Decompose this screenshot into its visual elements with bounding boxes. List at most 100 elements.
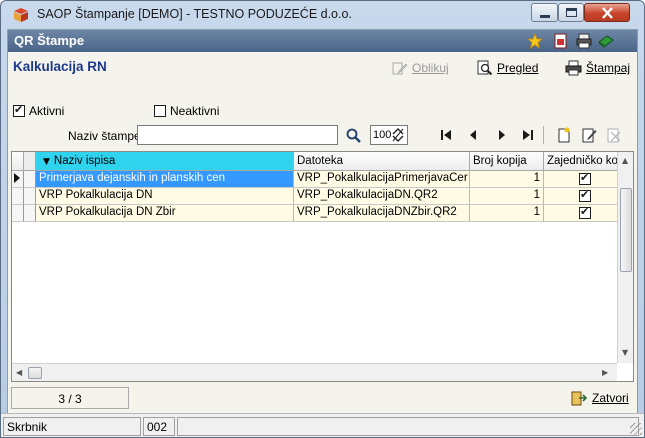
cell-file[interactable]: VRP_PokalkulacijaDN.QR2	[294, 188, 470, 205]
next-icon	[499, 130, 505, 140]
printer-icon	[565, 60, 582, 76]
cell-file[interactable]: VRP_PokalkulacijaDNZbir.QR2	[294, 205, 470, 222]
current-row-arrow-icon	[14, 173, 20, 183]
print-label: Štampaj	[586, 61, 631, 75]
maximize-button[interactable]	[558, 3, 584, 22]
column-header-name-label: Naziv ispisa	[53, 155, 116, 167]
column-header-name[interactable]: ▼ Naziv ispisa	[36, 152, 294, 171]
active-label: Aktivni	[29, 104, 65, 118]
table-row[interactable]: VRP Pokalkulacija DN Zbir VRP_Pokalkulac…	[12, 205, 627, 222]
inactive-label: Neaktivni	[170, 104, 220, 118]
edit-label: Oblikuj	[412, 61, 449, 75]
cell-name[interactable]: VRP Pokalkulacija DN	[36, 188, 294, 205]
cell-file[interactable]: VRP_PokalkulacijaPrimerjavaCer	[294, 171, 470, 188]
cell-shared[interactable]	[544, 188, 627, 205]
previous-record-button[interactable]	[463, 126, 483, 144]
maximize-icon	[566, 8, 577, 17]
first-icon	[441, 130, 451, 140]
grid-indicator-header	[12, 152, 24, 171]
active-checkbox[interactable]: Aktivni	[13, 103, 65, 118]
last-icon	[523, 130, 533, 140]
title-bar[interactable]: SAOP Štampanje [DEMO] - TESTNO PODUZEĆE …	[1, 1, 644, 29]
preview-button[interactable]: Pregled	[477, 57, 538, 79]
edit-pencil-icon	[392, 62, 408, 75]
edit-record-button[interactable]	[579, 126, 599, 144]
column-header-copies[interactable]: Broj kopija	[470, 152, 544, 171]
zoom-value: 100	[373, 129, 392, 141]
status-message	[177, 417, 639, 436]
last-record-button[interactable]	[518, 126, 538, 144]
cell-copies[interactable]: 1	[470, 205, 544, 222]
active-checkbox-box[interactable]	[13, 103, 25, 117]
shared-checkbox[interactable]	[579, 205, 591, 219]
inactive-checkbox-box[interactable]	[154, 105, 166, 117]
next-record-button[interactable]	[492, 126, 512, 144]
column-header-file-label: Datoteka	[297, 155, 344, 167]
scroll-up-icon[interactable]: ▲	[622, 156, 628, 165]
app-icon	[14, 8, 28, 22]
close-window-button[interactable]	[584, 3, 630, 22]
row-spacer	[24, 205, 36, 222]
cell-name[interactable]: Primerjava dejanskih in planskih cen	[36, 171, 294, 188]
scroll-right-icon[interactable]: ▶	[602, 368, 608, 377]
grid-spacer-header	[24, 152, 36, 171]
column-header-shared[interactable]: Zajedničko kor	[544, 152, 627, 171]
resize-grip-icon[interactable]	[630, 423, 642, 435]
spinner-arrows-icon[interactable]	[391, 127, 406, 143]
book-icon[interactable]	[598, 33, 614, 49]
record-counter: 3 / 3	[11, 387, 129, 409]
status-code: 002	[143, 417, 175, 436]
exit-door-icon	[571, 391, 588, 406]
new-document-icon	[558, 127, 570, 143]
cell-name[interactable]: VRP Pokalkulacija DN Zbir	[36, 205, 294, 222]
column-header-file[interactable]: Datoteka	[294, 152, 470, 171]
status-bar: Skrbnik 002	[1, 413, 644, 437]
panel-header: QR Štampe	[8, 30, 637, 52]
delete-document-icon	[607, 128, 620, 143]
toolbar-divider	[543, 126, 544, 144]
cell-shared[interactable]	[544, 171, 627, 188]
current-row-indicator	[12, 171, 24, 188]
main-panel: QR Štampe Kalkulacija RN Oblikuj Pregled…	[7, 29, 638, 433]
cell-copies[interactable]: 1	[470, 171, 544, 188]
printer-icon[interactable]	[576, 33, 592, 49]
inactive-checkbox[interactable]: Neaktivni	[154, 104, 219, 118]
preview-label: Pregled	[497, 61, 539, 75]
new-record-button[interactable]	[554, 126, 574, 144]
row-spacer	[24, 188, 36, 205]
vertical-scrollbar[interactable]: ▲ ▼	[617, 152, 633, 363]
search-label: Naziv štampe	[68, 129, 141, 143]
shared-checkbox[interactable]	[579, 171, 591, 185]
print-list-grid[interactable]: ▼ Naziv ispisa Datoteka Broj kopija Zajed…	[11, 151, 634, 382]
table-row[interactable]: VRP Pokalkulacija DN VRP_PokalkulacijaDN…	[12, 188, 627, 205]
close-icon	[602, 7, 613, 19]
horizontal-scroll-thumb[interactable]	[28, 367, 42, 379]
form-title: Kalkulacija RN	[13, 59, 107, 74]
previous-icon	[470, 130, 476, 140]
column-header-copies-label: Broj kopija	[473, 155, 527, 167]
row-indicator	[12, 205, 24, 222]
first-record-button[interactable]	[436, 126, 456, 144]
table-row[interactable]: Primerjava dejanskih in planskih cen VRP…	[12, 171, 627, 188]
cell-shared[interactable]	[544, 205, 627, 222]
scroll-down-icon[interactable]: ▼	[622, 348, 628, 357]
vertical-scroll-thumb[interactable]	[620, 188, 632, 272]
delete-record-button[interactable]	[604, 126, 624, 144]
close-button[interactable]: Zatvori	[570, 387, 629, 409]
edit-button[interactable]: Oblikuj	[392, 57, 449, 79]
cell-copies[interactable]: 1	[470, 188, 544, 205]
print-button[interactable]: Štampaj	[565, 57, 630, 79]
favorite-star-icon[interactable]	[527, 33, 543, 49]
pdf-icon[interactable]	[553, 33, 569, 49]
app-window: SAOP Štampanje [DEMO] - TESTNO PODUZEĆE …	[0, 0, 645, 438]
panel-title: QR Štampe	[14, 33, 85, 48]
shared-checkbox[interactable]	[579, 188, 591, 202]
magnifier-document-icon	[477, 60, 493, 76]
edit-document-icon	[582, 128, 596, 143]
search-input[interactable]	[137, 125, 338, 145]
scroll-left-icon[interactable]: ◀	[16, 368, 22, 377]
minimize-button[interactable]	[531, 3, 558, 22]
search-icon[interactable]	[345, 127, 362, 144]
sort-down-icon: ▼	[43, 157, 50, 167]
horizontal-scrollbar[interactable]: ◀ ▶	[12, 363, 617, 381]
